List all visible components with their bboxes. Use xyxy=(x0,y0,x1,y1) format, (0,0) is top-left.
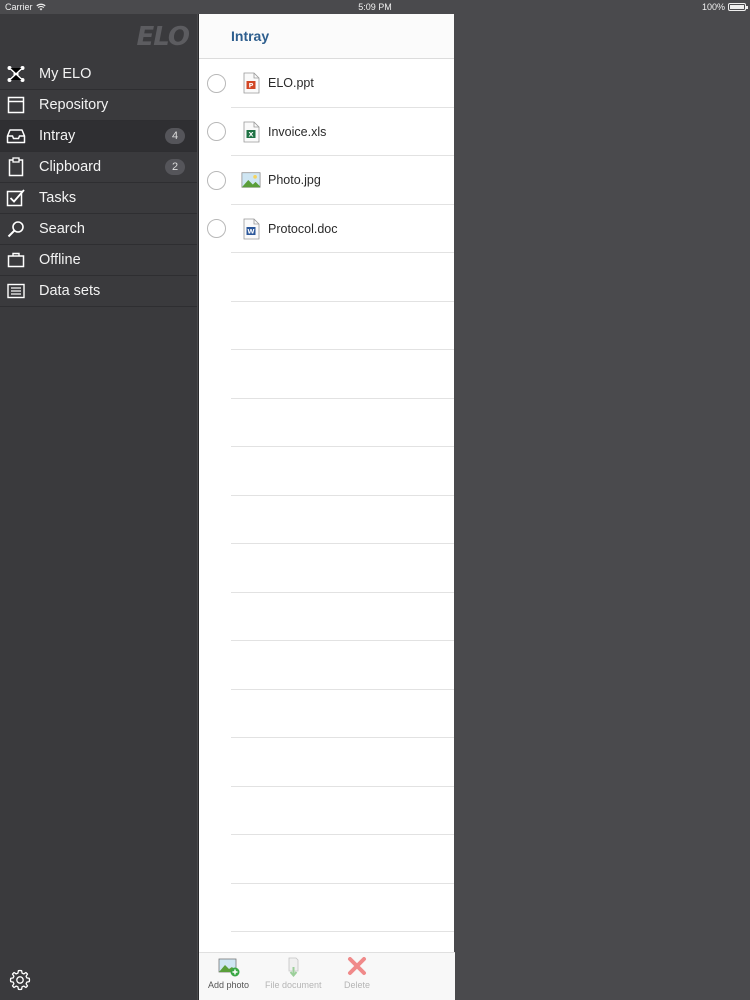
powerpoint-file-icon: P xyxy=(243,72,260,94)
empty-row xyxy=(199,496,454,545)
sidebar-item-label: Intray xyxy=(39,128,76,144)
sidebar-item-label: Tasks xyxy=(39,190,77,206)
file-name: Invoice.xls xyxy=(268,124,327,139)
gear-icon xyxy=(9,969,31,991)
delete-icon xyxy=(348,957,366,975)
intray-panel: Intray P ELO.ppt X Invoice.xls Photo.jpg… xyxy=(198,14,455,1000)
intray-count-badge: 4 xyxy=(165,128,185,144)
delete-button[interactable]: Delete xyxy=(344,957,370,990)
excel-file-icon: X xyxy=(243,121,260,143)
empty-row xyxy=(199,399,454,448)
word-file-icon: W xyxy=(243,218,260,240)
file-document-label: File document xyxy=(265,980,322,990)
file-name: Photo.jpg xyxy=(268,173,321,188)
battery-status: 100% xyxy=(701,2,748,12)
sidebar-item-label: Offline xyxy=(39,252,81,268)
elo-logo: ELO xyxy=(136,22,190,52)
sidebar-item-repository[interactable]: Repository xyxy=(0,90,197,121)
network-icon xyxy=(5,63,27,85)
file-list: P ELO.ppt X Invoice.xls Photo.jpg W Prot… xyxy=(199,59,454,932)
delete-label: Delete xyxy=(344,980,371,990)
list-icon xyxy=(5,280,27,302)
sidebar-item-data-sets[interactable]: Data sets xyxy=(0,276,197,307)
select-radio[interactable] xyxy=(207,73,226,93)
svg-text:P: P xyxy=(249,82,254,90)
search-icon xyxy=(5,218,27,240)
empty-row xyxy=(199,253,454,302)
clipboard-icon xyxy=(5,156,27,178)
empty-row xyxy=(199,787,454,836)
file-name: Protocol.doc xyxy=(268,221,338,236)
battery-icon xyxy=(728,3,748,11)
battery-percent: 100% xyxy=(701,2,725,12)
select-radio[interactable] xyxy=(207,122,226,142)
select-radio[interactable] xyxy=(207,170,226,190)
repository-icon xyxy=(5,94,27,116)
empty-row xyxy=(199,690,454,739)
sidebar-item-label: Data sets xyxy=(39,283,101,299)
empty-row xyxy=(199,350,454,399)
sidebar-item-clipboard[interactable]: Clipboard 2 xyxy=(0,152,197,183)
empty-row xyxy=(199,544,454,593)
panel-header: Intray xyxy=(199,14,454,59)
clock: 5:09 PM xyxy=(358,2,392,12)
settings-button[interactable] xyxy=(9,969,31,991)
list-item[interactable]: X Invoice.xls xyxy=(199,108,454,157)
briefcase-icon xyxy=(5,249,27,271)
empty-row xyxy=(199,593,454,642)
status-bar: Carrier 5:09 PM 100% xyxy=(0,0,750,14)
sidebar-item-my-elo[interactable]: My ELO xyxy=(0,59,197,90)
sidebar-item-intray[interactable]: Intray 4 xyxy=(0,121,197,152)
sidebar-item-label: Clipboard xyxy=(39,159,102,175)
empty-row xyxy=(199,641,454,690)
list-item[interactable]: W Protocol.doc xyxy=(199,205,454,254)
empty-row xyxy=(199,302,454,351)
detail-area xyxy=(455,14,750,1000)
add-photo-button[interactable]: Add photo xyxy=(208,957,249,990)
sidebar-item-label: My ELO xyxy=(39,66,92,82)
sidebar-item-label: Repository xyxy=(39,97,109,113)
svg-text:W: W xyxy=(247,227,254,235)
sidebar-item-tasks[interactable]: Tasks xyxy=(0,183,197,214)
file-document-button[interactable]: File document xyxy=(265,957,322,990)
image-file-icon xyxy=(241,172,261,188)
sidebar-item-offline[interactable]: Offline xyxy=(0,245,197,276)
empty-row xyxy=(199,884,454,933)
list-item[interactable]: P ELO.ppt xyxy=(199,59,454,108)
file-document-icon xyxy=(288,957,299,977)
page-title: Intray xyxy=(231,28,270,44)
add-photo-icon xyxy=(218,958,240,977)
sidebar-item-search[interactable]: Search xyxy=(0,214,197,245)
inbox-tray-icon xyxy=(5,125,27,147)
bottom-toolbar: Add photo File document Delete xyxy=(199,952,455,1000)
checkbox-icon xyxy=(5,187,27,209)
sidebar-nav: My ELO Repository Intray 4 Clipboard 2 T… xyxy=(0,59,197,307)
sidebar-item-label: Search xyxy=(39,221,85,237)
empty-row xyxy=(199,835,454,884)
file-name: ELO.ppt xyxy=(268,76,314,91)
select-radio[interactable] xyxy=(207,219,226,239)
list-item[interactable]: Photo.jpg xyxy=(199,156,454,205)
empty-row xyxy=(199,447,454,496)
clipboard-count-badge: 2 xyxy=(165,159,185,175)
add-photo-label: Add photo xyxy=(208,980,250,990)
sidebar: ELO My ELO Repository Intray 4 Clipboard… xyxy=(0,14,197,1000)
empty-rows xyxy=(199,253,454,932)
empty-row xyxy=(199,738,454,787)
svg-text:X: X xyxy=(248,130,253,138)
